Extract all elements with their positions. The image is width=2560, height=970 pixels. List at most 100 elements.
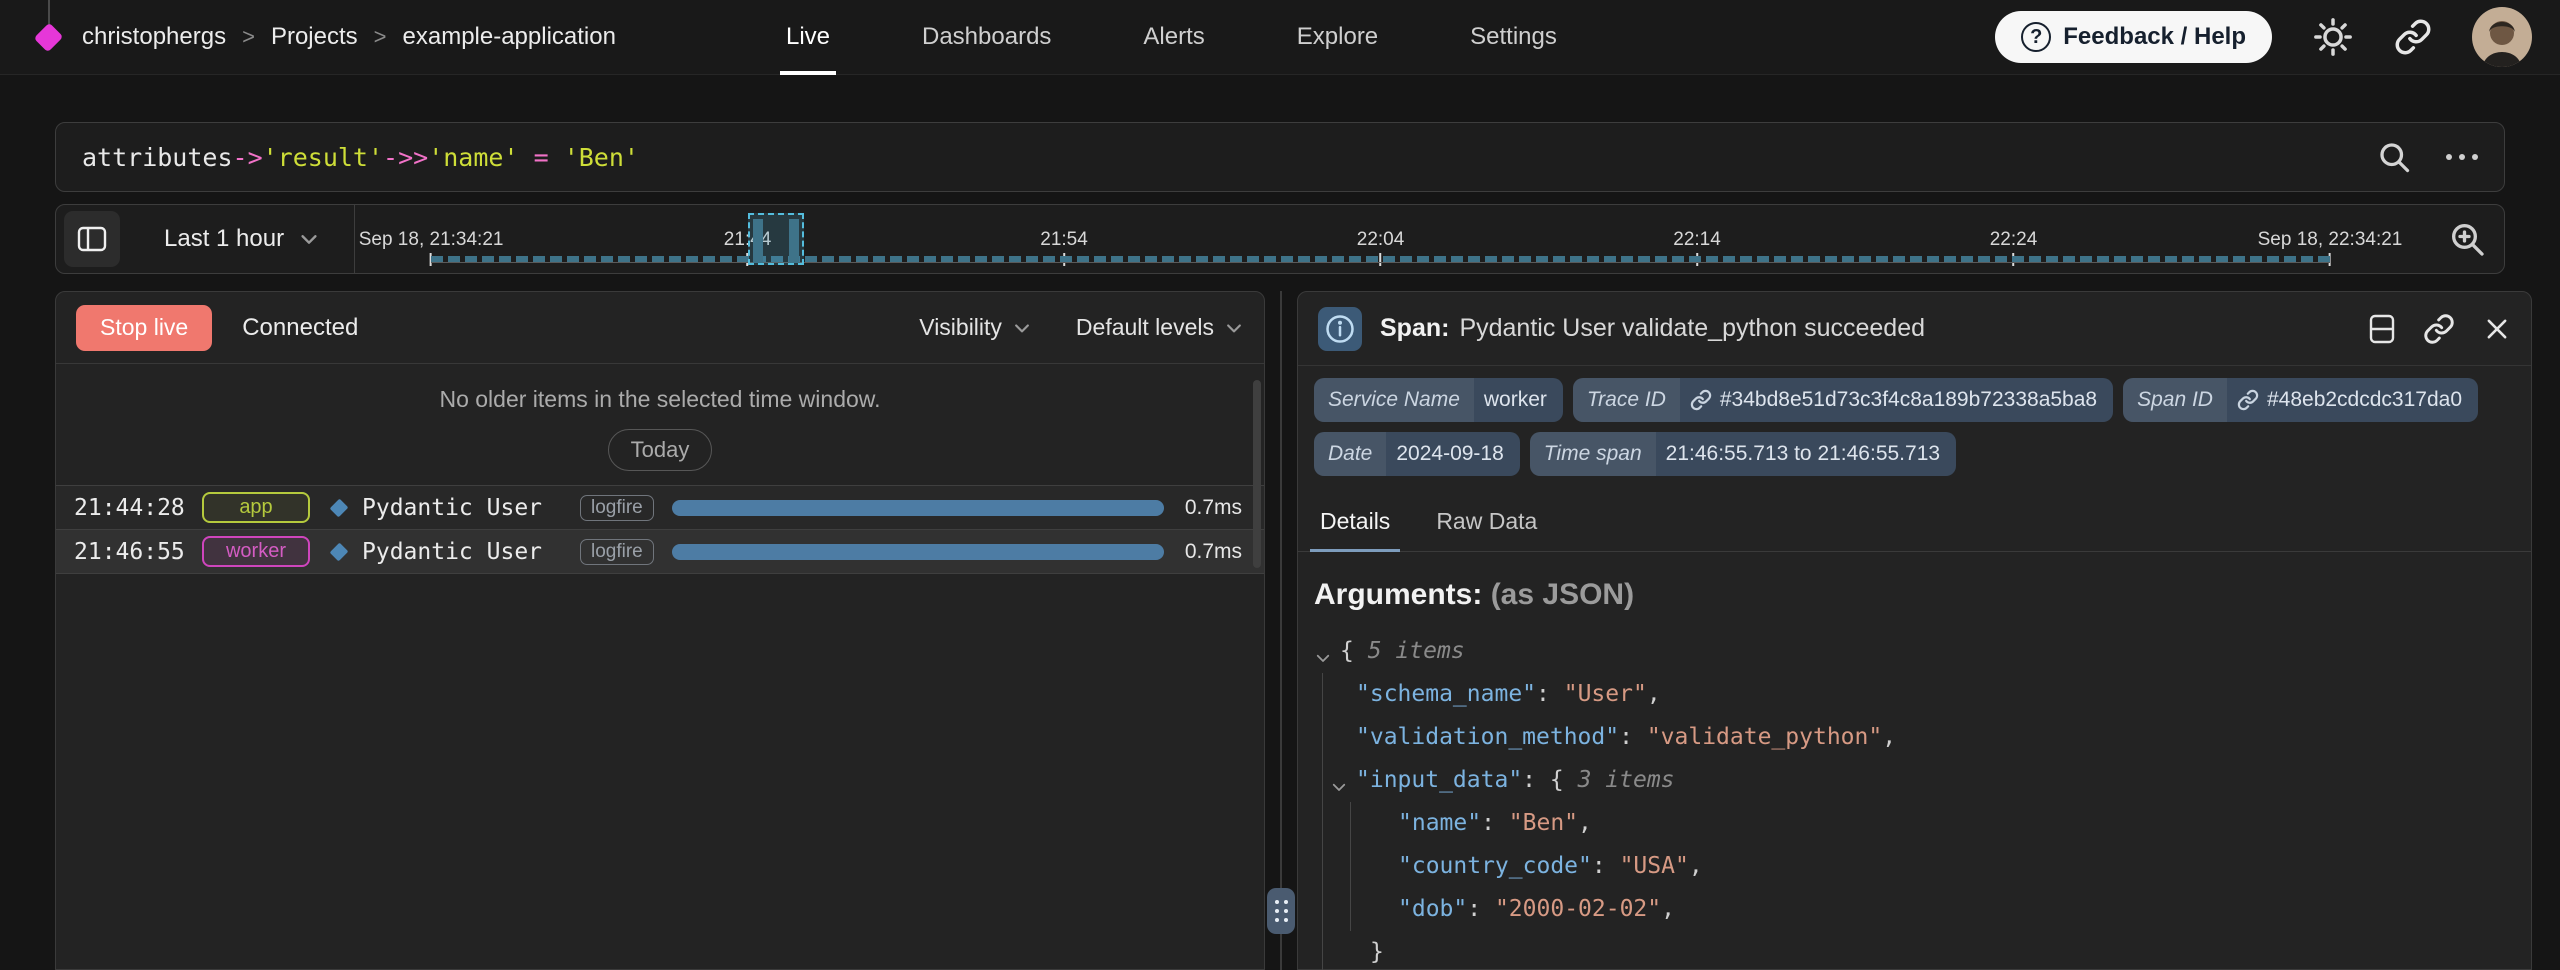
json-root-line: { 5 items (1314, 630, 2511, 673)
navbar-right-group: ? Feedback / Help (1995, 7, 2532, 67)
tab-raw-data[interactable]: Raw Data (1426, 496, 1547, 551)
sql-query-input[interactable]: attributes->'result'->>'name' = 'Ben' (55, 122, 2505, 192)
indent-guide (1322, 673, 1323, 970)
magnifier-plus-icon (2447, 219, 2487, 259)
split-panel-icon (2369, 314, 2395, 344)
toggle-sidebar-button[interactable] (64, 211, 120, 267)
meta-service-name: Service Name worker (1314, 378, 1563, 422)
panel-divider (1280, 291, 1282, 970)
span-metadata: Service Name worker Trace ID #34bd8e51d7… (1298, 366, 2531, 480)
scrollbar-thumb[interactable] (1253, 380, 1261, 568)
duration-value: 0.7ms (1185, 496, 1250, 520)
duration-bar[interactable] (672, 500, 1164, 516)
trace-timestamp: 21:46:55 (74, 539, 202, 565)
date-value: 2024-09-18 (1386, 442, 1519, 466)
meta-trace-id[interactable]: Trace ID #34bd8e51d73c3f4c8a189b72338a5b… (1573, 378, 2113, 422)
json-line: "schema_name": "User", (1314, 673, 2511, 716)
span-name: Pydantic User (362, 495, 580, 521)
chevron-down-icon (1012, 318, 1032, 338)
arguments-json-tree: { 5 items "schema_name": "User", "valida… (1314, 630, 2511, 970)
copy-span-link-button[interactable] (2423, 313, 2455, 345)
query-more-options-icon[interactable] (2446, 154, 2478, 160)
arguments-heading: Arguments: (as JSON) (1314, 578, 2511, 612)
detail-panel-header: Span:Pydantic User validate_python succe… (1298, 292, 2531, 366)
trace-id-value: #34bd8e51d73c3f4c8a189b72338a5ba8 (1720, 388, 2097, 412)
close-panel-button[interactable] (2483, 315, 2511, 343)
duration-value: 0.7ms (1185, 540, 1250, 564)
default-levels-label: Default levels (1076, 314, 1214, 341)
tab-details[interactable]: Details (1310, 496, 1400, 551)
stop-live-button[interactable]: Stop live (76, 305, 212, 351)
connection-status: Connected (242, 314, 358, 342)
timeline[interactable]: Sep 18, 21:34:21 21:44 21:54 22:04 22:14… (355, 205, 2430, 273)
help-question-icon: ? (2021, 22, 2051, 52)
json-line: "dob": "2000-02-02", (1314, 888, 2511, 931)
meta-label: Span ID (2123, 378, 2227, 422)
visibility-label: Visibility (919, 314, 1002, 341)
collapse-chevron-icon[interactable] (1330, 766, 1356, 796)
live-panel-header: Stop live Connected Visibility Default l… (56, 292, 1264, 364)
query-value (549, 143, 564, 172)
info-icon (1318, 307, 1362, 351)
chevron-down-icon (298, 228, 320, 250)
panel-resize-grip[interactable] (1267, 888, 1295, 934)
today-badge[interactable]: Today (608, 429, 713, 471)
time-range-label: Last 1 hour (164, 225, 284, 253)
breadcrumb-account[interactable]: christophergs (82, 23, 226, 51)
breadcrumb: christophergs > Projects > example-appli… (82, 23, 616, 51)
detail-header-actions (2369, 313, 2511, 345)
time-range-dropdown[interactable]: Last 1 hour (164, 225, 320, 253)
link-icon (1690, 389, 1712, 411)
search-icon[interactable] (2376, 139, 2412, 175)
logfire-tag-badge[interactable]: logfire (580, 495, 654, 521)
logfire-logo[interactable] (28, 0, 68, 75)
theme-toggle-button[interactable] (2312, 16, 2354, 58)
service-badge-app[interactable]: app (202, 492, 310, 523)
chevron-right-icon: > (242, 24, 255, 50)
feedback-help-button[interactable]: ? Feedback / Help (1995, 11, 2272, 63)
breadcrumb-project-name[interactable]: example-application (403, 23, 616, 51)
meta-label: Service Name (1314, 378, 1474, 422)
logfire-app: christophergs > Projects > example-appli… (0, 0, 2560, 970)
service-badge-worker[interactable]: worker (202, 536, 310, 567)
trace-row-selected[interactable]: 21:46:55 worker Pydantic User logfire 0.… (56, 530, 1264, 574)
logfire-diamond-icon (33, 22, 63, 52)
breadcrumb-projects[interactable]: Projects (271, 23, 358, 51)
default-levels-dropdown[interactable]: Default levels (1076, 314, 1244, 341)
query-arrow-operator: -> (233, 143, 263, 172)
split-view-button[interactable] (2369, 314, 2395, 344)
time-range-bar: Last 1 hour Sep 18, 21:34:21 21:44 21:54… (55, 204, 2505, 274)
nav-tab-dashboards[interactable]: Dashboards (922, 0, 1051, 75)
query-value: 'Ben' (564, 143, 639, 172)
collapse-chevron-icon[interactable] (1314, 637, 1340, 667)
zoom-in-button[interactable] (2430, 219, 2504, 259)
copy-link-button[interactable] (2394, 18, 2432, 56)
json-line: "country_code": "USA", (1314, 845, 2511, 888)
span-kind-label: Span: (1380, 314, 1449, 342)
json-close-line: } (1314, 931, 2511, 970)
primary-nav: Live Dashboards Alerts Explore Settings (786, 0, 1557, 75)
timeline-activity-strip (431, 256, 2330, 263)
logfire-tag-badge[interactable]: logfire (580, 539, 654, 565)
nav-tab-alerts[interactable]: Alerts (1143, 0, 1204, 75)
meta-label: Date (1314, 432, 1386, 476)
visibility-dropdown[interactable]: Visibility (919, 314, 1032, 341)
query-equals-operator: = (534, 143, 549, 172)
nav-tab-live[interactable]: Live (786, 0, 830, 75)
sidebar-layout-icon (77, 226, 107, 252)
link-icon (2423, 313, 2455, 345)
meta-label: Time span (1530, 432, 1656, 476)
meta-span-id[interactable]: Span ID #48eb2cdcdc317da0 (2123, 378, 2478, 422)
nav-tab-settings[interactable]: Settings (1470, 0, 1557, 75)
user-avatar[interactable] (2472, 7, 2532, 67)
sun-moon-icon (2312, 16, 2354, 58)
feedback-help-label: Feedback / Help (2063, 23, 2246, 51)
timeline-selection-window[interactable] (748, 213, 804, 265)
nav-tab-explore[interactable]: Explore (1297, 0, 1378, 75)
item-count: 5 items (1368, 638, 1465, 664)
duration-bar[interactable] (672, 544, 1164, 560)
json-line: "name": "Ben", (1314, 802, 2511, 845)
trace-row[interactable]: 21:44:28 app Pydantic User logfire 0.7ms (56, 486, 1264, 530)
meta-time-span: Time span 21:46:55.713 to 21:46:55.713 (1530, 432, 1956, 476)
span-diamond-icon (330, 542, 349, 561)
